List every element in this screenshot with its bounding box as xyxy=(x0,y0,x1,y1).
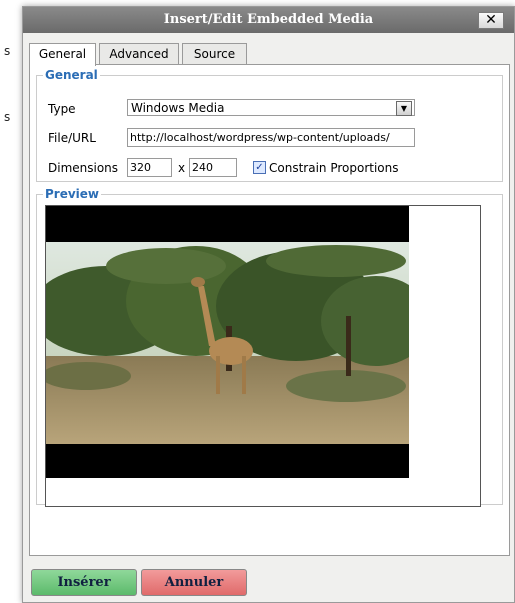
tab-general[interactable]: General xyxy=(29,43,96,66)
video-frame-image xyxy=(46,206,409,478)
constrain-proportions-label: Constrain Proportions xyxy=(269,161,399,175)
close-icon: ✕ xyxy=(485,12,497,28)
cancel-button[interactable]: Annuler xyxy=(141,569,247,596)
preview-area xyxy=(45,205,481,507)
preview-legend: Preview xyxy=(45,187,100,201)
dimensions-label: Dimensions xyxy=(48,161,119,175)
embedded-media-dialog: Insert/Edit Embedded Media ✕ General Adv… xyxy=(22,6,515,603)
insert-button[interactable]: Insérer xyxy=(31,569,137,596)
file-url-input[interactable] xyxy=(127,128,415,147)
file-url-label: File/URL xyxy=(48,131,96,145)
checkmark-icon: ✓ xyxy=(255,162,264,173)
chevron-down-icon[interactable]: ▼ xyxy=(396,101,412,116)
tab-source[interactable]: Source xyxy=(182,43,247,64)
constrain-proportions-checkbox[interactable]: ✓ xyxy=(253,161,266,174)
video-player[interactable] xyxy=(46,206,409,478)
general-tab-panel: General Type Windows Media ▼ File/URL Di… xyxy=(29,64,510,556)
height-input[interactable] xyxy=(189,158,237,177)
type-select[interactable]: Windows Media ▼ xyxy=(127,99,415,116)
background-text-fragment: s xyxy=(4,110,11,124)
type-select-value: Windows Media xyxy=(131,101,225,115)
general-legend: General xyxy=(45,68,98,82)
dialog-title: Insert/Edit Embedded Media xyxy=(163,12,374,27)
width-input[interactable] xyxy=(127,158,172,177)
dimensions-separator: x xyxy=(178,161,186,175)
type-label: Type xyxy=(48,102,76,116)
dialog-titlebar[interactable]: Insert/Edit Embedded Media ✕ xyxy=(23,7,514,33)
background-text-fragment: s xyxy=(4,44,11,58)
close-button[interactable]: ✕ xyxy=(478,12,504,29)
tab-advanced[interactable]: Advanced xyxy=(99,43,179,64)
